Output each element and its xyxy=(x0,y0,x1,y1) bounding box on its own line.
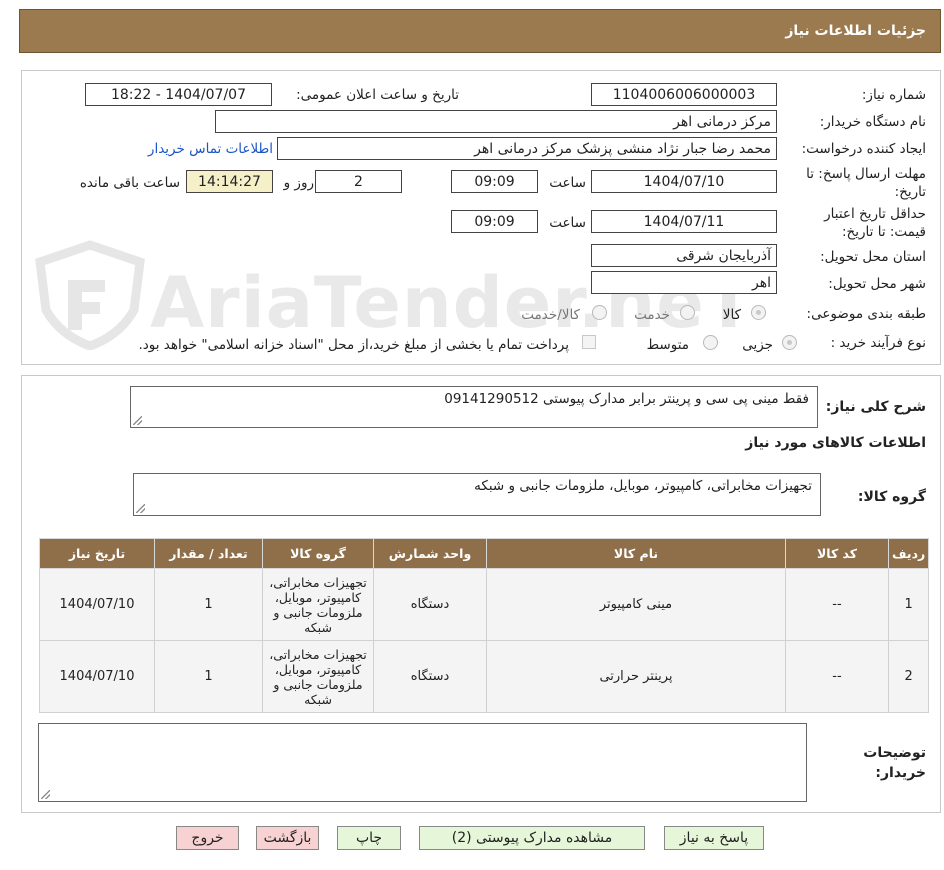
col-header-unit: واحد شمارش xyxy=(373,538,487,569)
treasury-note: پرداخت تمام یا بخشی از مبلغ خرید،از محل … xyxy=(138,337,569,353)
city-label: شهر محل تحویل: xyxy=(828,276,926,292)
cell-row: 1 xyxy=(887,568,930,641)
process-option-medium: متوسط xyxy=(646,337,689,353)
remaining-time-label: ساعت باقی مانده xyxy=(79,175,180,191)
deadline-time-field: 09:09 xyxy=(451,170,538,193)
items-table: ردیف کد کالا نام کالا واحد شمارش گروه کا… xyxy=(39,538,930,713)
resize-grip-icon[interactable] xyxy=(41,790,50,799)
view-attachments-button[interactable]: مشاهده مدارک پیوستی (2) xyxy=(419,826,645,850)
goods-group-textarea[interactable]: تجهیزات مخابراتی، کامپیوتر، موبایل، ملزو… xyxy=(133,473,821,516)
description-textarea[interactable]: فقط مینی پی سی و پرینتر برابر مدارک پیوس… xyxy=(130,386,818,428)
creator-label: ایجاد کننده درخواست: xyxy=(801,141,926,157)
validity-time-field: 09:09 xyxy=(451,210,538,233)
cell-date: 1404/07/10 xyxy=(39,568,155,641)
city-field: اهر xyxy=(591,271,777,294)
items-table-container: ردیف کد کالا نام کالا واحد شمارش گروه کا… xyxy=(39,538,930,713)
announce-date-field: 1404/07/07 - 18:22 xyxy=(85,83,272,106)
cell-name: پرینتر حرارتی xyxy=(486,640,786,713)
category-option-goods: کالا xyxy=(722,307,741,323)
table-header-row: ردیف کد کالا نام کالا واحد شمارش گروه کا… xyxy=(39,538,930,569)
goods-section-title: اطلاعات کالاهای مورد نیاز xyxy=(745,435,926,451)
cell-unit: دستگاه xyxy=(373,640,487,713)
announce-date-label: تاریخ و ساعت اعلان عمومی: xyxy=(296,87,459,103)
page-header: جزئيات اطلاعات نياز xyxy=(19,9,941,53)
category-option-service: خدمت xyxy=(634,307,670,323)
buyer-org-label: نام دستگاه خریدار: xyxy=(819,114,926,130)
table-row: 1 -- مینی کامپیوتر دستگاه تجهیزات مخابرا… xyxy=(39,568,930,641)
need-number-field: 1104006006000003 xyxy=(591,83,777,106)
category-option-goods-service: کالا/خدمت xyxy=(521,307,580,323)
exit-button[interactable]: خروج xyxy=(176,826,239,850)
col-header-name: نام کالا xyxy=(486,538,786,569)
goods-group-label: گروه کالا: xyxy=(857,489,926,505)
creator-field: محمد رضا جبار نژاد منشی پزشک مرکز درمانی… xyxy=(277,137,777,160)
col-header-date: تاریخ نیاز xyxy=(39,538,155,569)
validity-date-field: 1404/07/11 xyxy=(591,210,777,233)
process-option-minor: جزیی xyxy=(742,337,773,353)
cell-qty: 1 xyxy=(154,640,263,713)
process-radio-minor[interactable] xyxy=(782,335,797,350)
deadline-label: مهلت ارسال پاسخ: تا xyxy=(806,166,926,182)
cell-name: مینی کامپیوتر xyxy=(486,568,786,641)
treasury-checkbox[interactable] xyxy=(582,335,596,349)
cell-date: 1404/07/10 xyxy=(39,640,155,713)
buyer-notes-textarea[interactable] xyxy=(38,723,807,802)
need-number-label: شماره نیاز: xyxy=(861,87,926,103)
cell-row: 2 xyxy=(887,640,930,713)
watermark-shield-icon xyxy=(30,240,150,351)
process-radio-medium[interactable] xyxy=(703,335,718,350)
deadline-label-2: تاریخ: xyxy=(894,184,926,200)
resize-grip-icon[interactable] xyxy=(136,504,145,513)
validity-time-label: ساعت xyxy=(549,215,586,231)
description-text: فقط مینی پی سی و پرینتر برابر مدارک پیوس… xyxy=(444,391,809,407)
buyer-org-field: مرکز درمانی اهر xyxy=(215,110,777,133)
province-field: آذربایجان شرقی xyxy=(591,244,777,267)
remaining-time-field: 14:14:27 xyxy=(186,170,273,193)
col-header-qty: تعداد / مقدار xyxy=(154,538,263,569)
days-label: روز و xyxy=(283,175,314,191)
remaining-days-field: 2 xyxy=(315,170,402,193)
goods-group-text: تجهیزات مخابراتی، کامپیوتر، موبایل، ملزو… xyxy=(474,478,812,494)
category-radio-goods-service[interactable] xyxy=(592,305,607,320)
cell-unit: دستگاه xyxy=(373,568,487,641)
category-label: طبقه بندی موضوعی: xyxy=(806,306,926,322)
cell-group: تجهیزات مخابراتی، کامپیوتر، موبایل، ملزو… xyxy=(262,640,374,713)
col-header-row: ردیف xyxy=(887,538,930,569)
validity-label-2: قیمت: تا تاریخ: xyxy=(842,224,926,240)
back-button[interactable]: بازگشت xyxy=(256,826,319,850)
cell-qty: 1 xyxy=(154,568,263,641)
resize-grip-icon[interactable] xyxy=(133,416,142,425)
buyer-contact-link[interactable]: اطلاعات تماس خریدار xyxy=(148,141,273,157)
validity-label: حداقل تاریخ اعتبار xyxy=(824,206,926,222)
reply-button[interactable]: پاسخ به نیاز xyxy=(664,826,764,850)
cell-code: -- xyxy=(785,640,889,713)
category-radio-service[interactable] xyxy=(680,305,695,320)
print-button[interactable]: چاپ xyxy=(337,826,401,850)
table-row: 2 -- پرینتر حرارتی دستگاه تجهیزات مخابرا… xyxy=(39,640,930,713)
cell-group: تجهیزات مخابراتی، کامپیوتر، موبایل، ملزو… xyxy=(262,568,374,641)
province-label: استان محل تحویل: xyxy=(820,249,926,265)
category-radio-goods[interactable] xyxy=(751,305,766,320)
deadline-date-field: 1404/07/10 xyxy=(591,170,777,193)
description-label: شرح کلی نیاز: xyxy=(825,399,926,415)
page-title: جزئيات اطلاعات نياز xyxy=(785,23,926,39)
col-header-group: گروه کالا xyxy=(262,538,374,569)
process-label: نوع فرآیند خرید : xyxy=(830,335,926,351)
buyer-notes-label-2: خریدار: xyxy=(875,765,926,781)
cell-code: -- xyxy=(785,568,889,641)
deadline-time-label: ساعت xyxy=(549,175,586,191)
buyer-notes-label: توضیحات xyxy=(863,745,926,761)
col-header-code: کد کالا xyxy=(785,538,889,569)
